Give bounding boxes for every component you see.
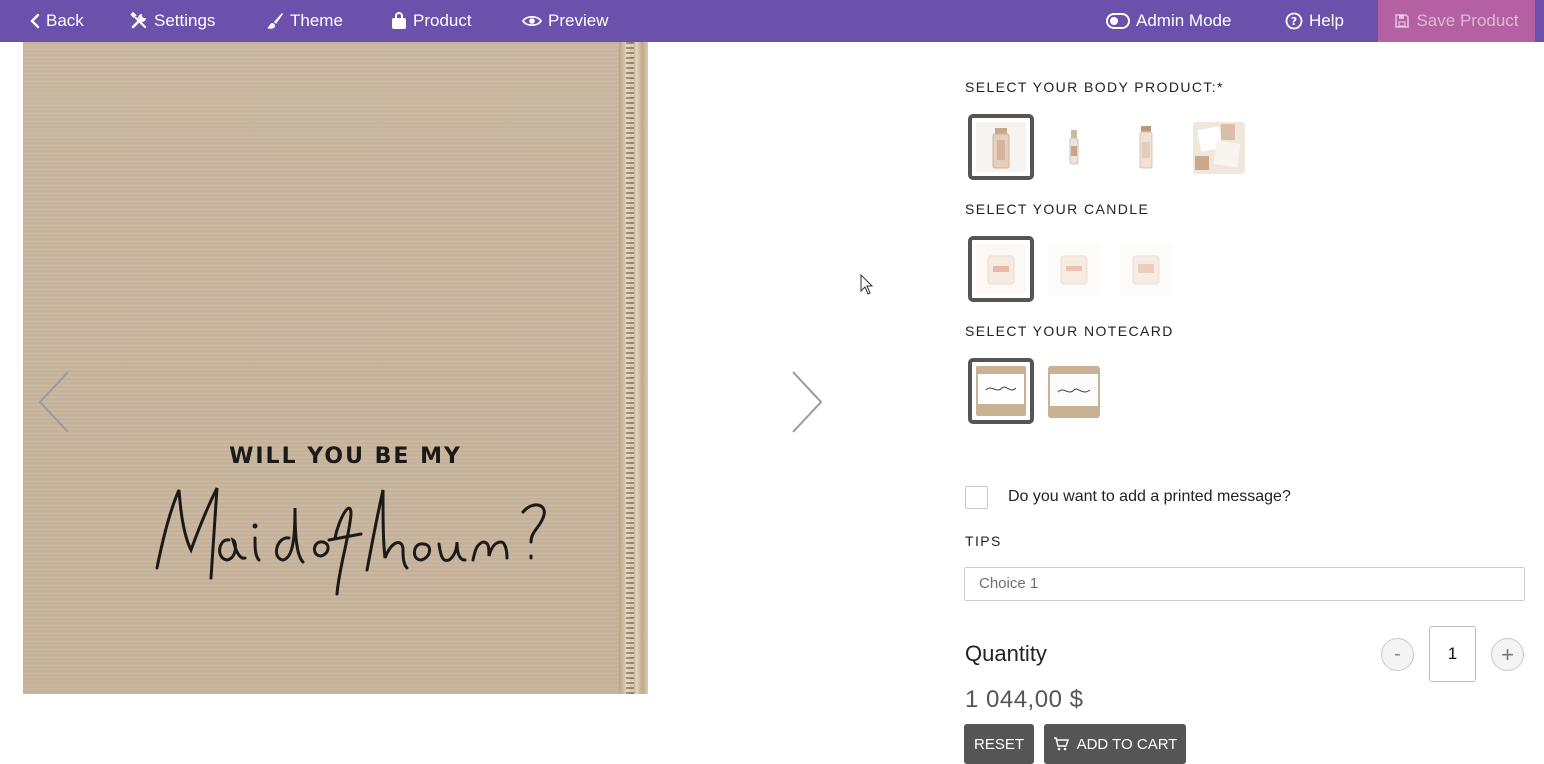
quantity-input[interactable]: 1 — [1429, 626, 1476, 682]
theme-button[interactable]: Theme — [266, 0, 343, 42]
previous-image-arrow[interactable] — [36, 370, 72, 434]
notecard-image — [1048, 366, 1100, 418]
body-product-option-3[interactable] — [1120, 122, 1172, 174]
rollerball-image — [1069, 130, 1079, 165]
help-button[interactable]: ? Help — [1285, 0, 1344, 42]
body-product-thumbnail — [1048, 122, 1100, 174]
settings-label: Settings — [154, 11, 216, 30]
tall-bottle-image — [1139, 126, 1153, 169]
candle-option-1[interactable] — [968, 236, 1034, 302]
cart-icon — [1053, 737, 1069, 751]
candle-thumbnail — [976, 244, 1026, 294]
help-circle-icon: ? — [1285, 12, 1303, 30]
gift-box-edge-texture — [626, 42, 634, 694]
quantity-label: Quantity — [965, 641, 1047, 666]
product-button[interactable]: Product — [391, 0, 472, 42]
mouse-cursor-icon — [860, 274, 874, 295]
tips-select[interactable]: Choice 1 — [964, 567, 1525, 601]
chevron-right-icon — [792, 371, 823, 433]
save-product-label: Save Product — [1416, 11, 1519, 30]
body-product-thumbnail — [1120, 122, 1172, 174]
body-product-option-2[interactable] — [1048, 122, 1100, 174]
candle-label: SELECT YOUR CANDLE — [965, 201, 1150, 217]
shopping-bag-icon — [392, 12, 406, 29]
admin-mode-label: Admin Mode — [1136, 11, 1232, 30]
add-to-cart-button[interactable]: ADD TO CART — [1044, 724, 1186, 764]
admin-mode-toggle[interactable]: Admin Mode — [1106, 0, 1231, 42]
notecard-option-1[interactable] — [968, 358, 1034, 424]
candle-option-3[interactable] — [1120, 244, 1172, 296]
notecard-label: SELECT YOUR NOTECARD — [965, 323, 1174, 339]
body-product-thumbnail — [976, 122, 1026, 172]
product-price: 1 044,00 $ — [965, 686, 1084, 713]
reset-label: RESET — [973, 735, 1024, 753]
toggle-icon — [1106, 13, 1130, 29]
back-button[interactable]: Back — [30, 0, 84, 42]
product-image: WILL YOU BE MY — [23, 42, 648, 694]
box-print-line: WILL YOU BE MY — [229, 444, 462, 469]
chevron-left-icon — [38, 371, 69, 433]
quantity-decrease-button[interactable]: - — [1381, 638, 1414, 671]
next-image-arrow[interactable] — [789, 370, 825, 434]
reset-button[interactable]: RESET — [964, 724, 1034, 764]
candle-thumbnail — [1048, 244, 1100, 296]
back-label: Back — [46, 11, 84, 30]
preview-label: Preview — [548, 11, 609, 30]
notecard-option-2[interactable] — [1048, 366, 1100, 418]
candle-thumbnail — [1120, 244, 1172, 296]
bottle-image — [992, 128, 1010, 169]
svg-text:?: ? — [1291, 15, 1297, 28]
script-lettering — [155, 487, 546, 596]
soap-set-image — [1195, 124, 1241, 170]
body-product-thumbnail — [1193, 122, 1245, 174]
eye-icon — [522, 15, 542, 27]
settings-button[interactable]: Settings — [130, 0, 215, 42]
help-label: Help — [1309, 11, 1344, 30]
preview-button[interactable]: Preview — [522, 0, 608, 42]
chevron-left-icon — [30, 13, 40, 29]
tools-icon — [130, 12, 147, 29]
candle-image — [987, 255, 1015, 285]
printed-message-label: Do you want to add a printed message? — [1008, 488, 1291, 505]
quantity-increase-button[interactable]: + — [1491, 638, 1524, 671]
body-product-option-4[interactable] — [1193, 122, 1245, 174]
candle-option-2[interactable] — [1048, 244, 1100, 296]
notecard-thumbnail — [1048, 366, 1100, 418]
body-product-option-1[interactable] — [968, 114, 1034, 180]
notecard-thumbnail — [976, 366, 1026, 416]
theme-label: Theme — [290, 11, 343, 30]
top-toolbar: Back Settings Theme Product Preview Admi… — [0, 0, 1544, 42]
candle-image — [1132, 255, 1160, 285]
save-icon — [1395, 14, 1410, 28]
notecard-image — [976, 366, 1026, 416]
save-product-button[interactable]: Save Product — [1378, 0, 1535, 42]
tips-label: TIPS — [965, 533, 1002, 549]
candle-image — [1060, 255, 1088, 285]
body-product-label: SELECT YOUR BODY PRODUCT:* — [965, 79, 1224, 95]
printed-message-checkbox[interactable] — [965, 486, 988, 509]
product-label: Product — [413, 11, 472, 30]
add-to-cart-label: ADD TO CART — [1076, 735, 1178, 753]
brush-icon — [267, 13, 283, 29]
